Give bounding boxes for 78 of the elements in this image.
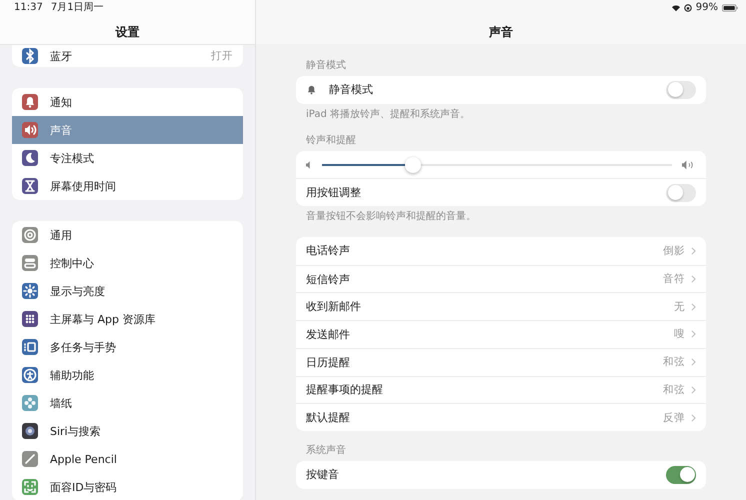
status-date: 7月1日周一 (50, 2, 104, 14)
item-label: 蓝牙 (50, 48, 73, 64)
item-label: 面容ID与密码 (50, 480, 118, 494)
item-label: 显示与亮度 (50, 284, 106, 298)
chevron-icon (691, 358, 696, 366)
chevron-icon (691, 302, 696, 311)
battery-icon (722, 4, 738, 12)
item-label: Apple Pencil (50, 452, 118, 466)
item-label: 辅助功能 (50, 368, 95, 382)
item-label: 主屏幕与 App 资源库 (50, 312, 156, 326)
section-footer: 音量按钮不会影响铃声和提醒的音量。 (296, 206, 706, 224)
item-label: 控制中心 (50, 256, 95, 270)
section-footer: iPad 将播放铃声、提醒和系统声音。 (296, 104, 706, 121)
section-header: 静音模式 (305, 60, 347, 73)
item-label: 通知 (50, 94, 73, 110)
settings-row[interactable]: 电话铃声 倒影 (296, 237, 706, 265)
item-label: 屏幕使用时间 (50, 178, 117, 194)
row-label: 按键音 (306, 467, 340, 482)
settings-row[interactable]: 提醒事项的提醒 和弦 (296, 376, 706, 404)
settings-row[interactable]: 发送邮件 嗖 (296, 320, 706, 348)
settings-row[interactable]: 日历提醒 和弦 (296, 348, 706, 376)
sidebar-item[interactable]: 多任务与手势 (12, 333, 243, 361)
sidebar-item[interactable]: 控制中心 (12, 249, 243, 277)
sidebar-item[interactable]: 屏幕使用时间 (12, 172, 243, 200)
sidebar-item[interactable]: 墙纸 (12, 389, 243, 417)
row-label: 静音模式 (329, 82, 374, 98)
sidebar-item[interactable]: 显示与亮度 (12, 277, 243, 305)
sidebar-item[interactable]: 通用 (12, 221, 243, 249)
section-header: 铃声和提醒 (305, 134, 357, 148)
sidebar-item[interactable]: 主屏幕与 App 资源库 (12, 305, 243, 333)
row-value: 嗖 (674, 327, 685, 342)
settings-row[interactable]: 默认提醒 反弹 (296, 403, 706, 431)
item-label: 通用 (50, 228, 73, 242)
battery-percent: 99% (696, 2, 718, 14)
sidebar-item[interactable]: 通知 (12, 88, 243, 116)
chevron-icon (691, 414, 696, 422)
row-value: 倒影 (663, 244, 685, 258)
row-value: 音符 (663, 272, 685, 286)
row-label: 短信铃声 (306, 272, 351, 287)
settings-row[interactable]: 收到新邮件 无 (296, 292, 706, 320)
toggle-switch[interactable] (666, 80, 696, 99)
chevron-icon (691, 330, 696, 338)
sidebar-item[interactable]: 面容ID与密码 (12, 473, 243, 500)
rotation-lock-icon (684, 4, 692, 12)
item-label: 多任务与手势 (50, 340, 117, 354)
row-label: 日历提醒 (306, 354, 351, 370)
section-header: 系统声音 (305, 444, 347, 458)
row-label: 发送邮件 (306, 326, 351, 342)
row-label: 用按钮调整 (306, 185, 362, 200)
chevron-icon (691, 246, 696, 255)
sidebar-item[interactable]: Apple Pencil (12, 445, 243, 473)
settings-row[interactable]: 短信铃声 音符 (296, 264, 706, 292)
row-value: 反弹 (663, 410, 685, 425)
sidebar-item[interactable]: 专注模式 (12, 144, 243, 172)
item-label: 声音 (50, 122, 73, 138)
toggle-switch[interactable] (666, 466, 696, 484)
chevron-icon (691, 386, 696, 394)
status-time: 11:37 (14, 2, 43, 14)
item-value: 打开 (211, 49, 233, 63)
row-label: 电话铃声 (306, 243, 351, 258)
speaker-icon (306, 160, 312, 169)
row-label: 默认提醒 (306, 410, 351, 426)
row-value: 无 (674, 300, 685, 314)
row-value: 和弦 (663, 382, 685, 397)
item-label: Siri与搜索 (50, 424, 102, 438)
item-label: 墙纸 (50, 396, 73, 410)
sidebar-item[interactable]: Siri与搜索 (12, 417, 243, 445)
detail-title: 声音 (488, 24, 514, 40)
sidebar-item[interactable]: 蓝牙 打开 (12, 45, 243, 67)
sidebar-title: 设置 (114, 24, 140, 40)
item-label: 专注模式 (50, 150, 95, 166)
row-label: 收到新邮件 (306, 299, 362, 314)
wifi-icon (672, 4, 680, 12)
row-value: 和弦 (663, 355, 685, 370)
row-label: 提醒事项的提醒 (306, 382, 384, 398)
toggle-switch[interactable] (666, 184, 696, 202)
sidebar-item[interactable]: 辅助功能 (12, 361, 243, 389)
chevron-icon (691, 275, 696, 284)
